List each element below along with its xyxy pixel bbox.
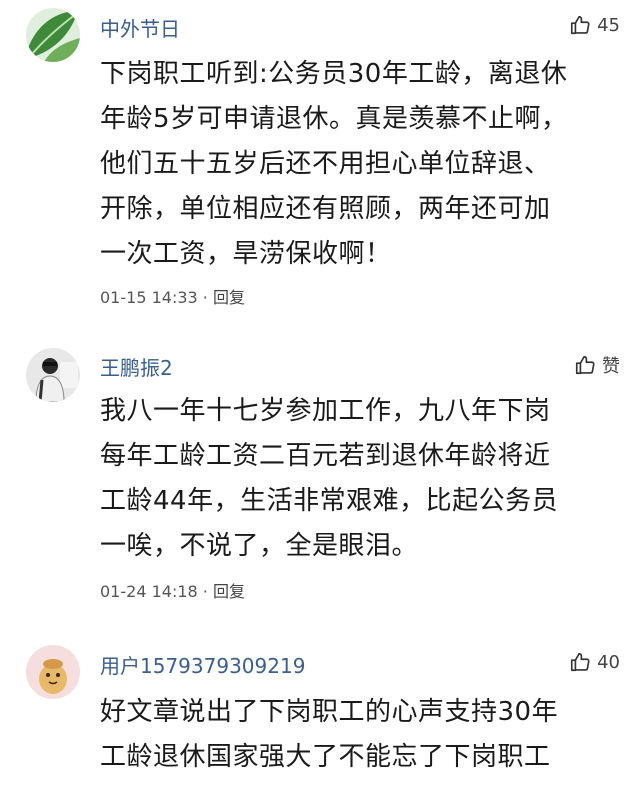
thumbs-up-icon: [575, 355, 595, 375]
comment-line: 一次工资，旱涝保收啊！: [100, 239, 392, 269]
comment-line: 年龄5岁可申请退休。真是羡慕不止啊，: [100, 104, 568, 134]
comment-text: 我八一年十七岁参加工作，九八年下岗 每年工龄工资二百元若到退休年龄将近 工龄44…: [100, 389, 620, 569]
comment-line: 他们五十五岁后还不用担心单位辞退、: [100, 149, 551, 179]
comment-line: 一唉，不说了，全是眼泪。: [100, 531, 419, 561]
like-button[interactable]: 40: [569, 651, 620, 673]
comment-text: 好文章说出了下岗职工的心声支持30年 工龄退休国家强大了不能忘了下岗职工: [100, 690, 620, 780]
user-avatar[interactable]: [26, 645, 80, 699]
like-label: 赞: [602, 356, 620, 377]
reply-button[interactable]: 回复: [213, 582, 245, 601]
username[interactable]: 王鹏振2: [100, 352, 173, 381]
comment-line: 好文章说出了下岗职工的心声支持30年: [100, 697, 559, 727]
user-avatar[interactable]: [26, 348, 80, 402]
thumbs-up-icon: [571, 15, 590, 35]
user-avatar[interactable]: [26, 8, 80, 62]
comment-line: 每年工龄工资二百元若到退休年龄将近: [100, 441, 551, 471]
timestamp: 01-24 14:18: [100, 582, 198, 601]
comment-line: 下岗职工听到:公务员30年工龄，离退休: [100, 59, 568, 89]
comment-line: 工龄退休国家强大了不能忘了下岗职工: [100, 742, 551, 772]
comment-meta: 01-24 14:18 · 回复: [100, 578, 245, 602]
comment-text: 下岗职工听到:公务员30年工龄，离退休 年龄5岁可申请退休。真是羡慕不止啊， 他…: [100, 52, 620, 277]
thumbs-up-icon: [571, 652, 590, 672]
cartoon-avatar-icon: [26, 645, 80, 699]
separator: ·: [202, 582, 208, 601]
leaf-avatar-icon: [26, 8, 80, 62]
like-count: 40: [597, 651, 620, 673]
username[interactable]: 中外节日: [100, 13, 180, 42]
comment-line: 我八一年十七岁参加工作，九八年下岗: [100, 396, 551, 426]
comment-line: 开除，单位相应还有照顾，两年还可加: [100, 194, 551, 224]
like-button[interactable]: 赞: [574, 352, 620, 378]
separator: ·: [202, 288, 208, 307]
comment-meta: 01-15 14:33 · 回复: [100, 284, 245, 308]
like-count: 45: [597, 14, 620, 36]
person-avatar-icon: [26, 348, 80, 402]
username[interactable]: 用户1579379309219: [100, 650, 305, 679]
reply-button[interactable]: 回复: [213, 288, 245, 307]
like-button[interactable]: 45: [569, 14, 620, 36]
comment-line: 工龄44年，生活非常艰难，比起公务员: [100, 486, 559, 516]
timestamp: 01-15 14:33: [100, 288, 198, 307]
